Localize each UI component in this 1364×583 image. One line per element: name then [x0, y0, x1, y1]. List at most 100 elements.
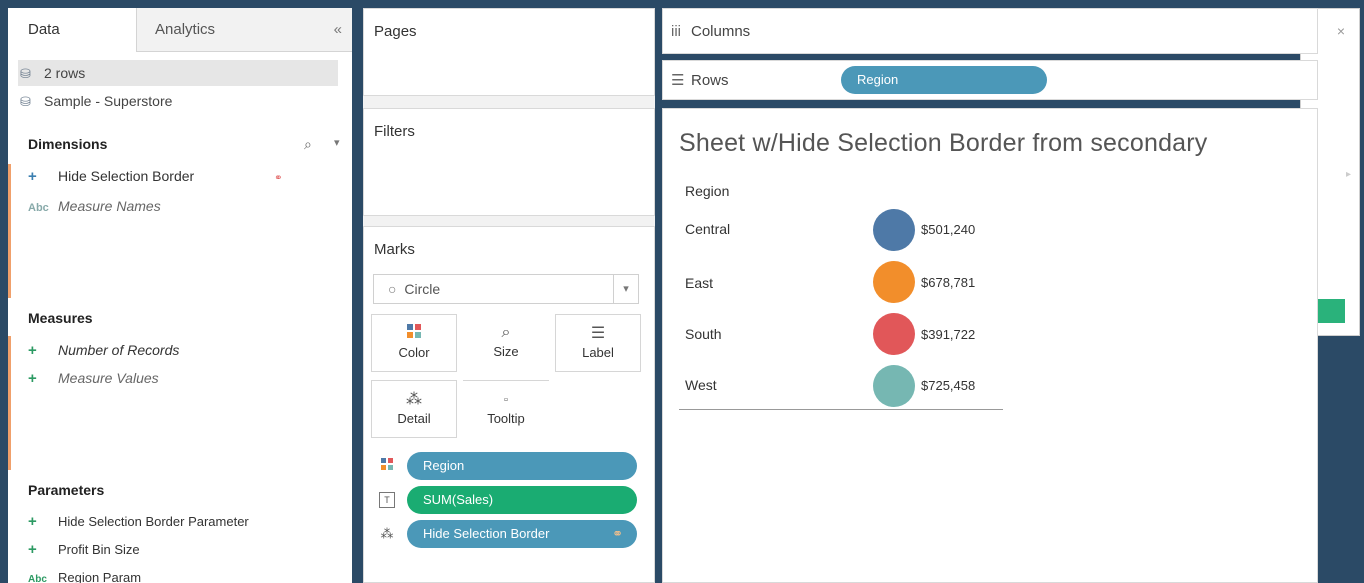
- tab-analytics-label: Analytics: [155, 21, 216, 38]
- datasource-label: Sample - Superstore: [44, 93, 173, 109]
- row-label: Central: [685, 221, 731, 237]
- columns-icon: iii: [671, 23, 681, 40]
- mark-label: $678,781: [921, 275, 976, 290]
- mark-circle[interactable]: [873, 313, 915, 355]
- link-icon: ⚭: [612, 526, 623, 541]
- datasource-label: 2 rows: [44, 65, 86, 81]
- parameter-field-icon: +: [28, 541, 37, 558]
- field-label: Region Param: [58, 570, 142, 583]
- shelves-pane: Pages Filters Marks ○ Circle ▾ Color ⌕ S…: [363, 8, 655, 583]
- dimensions-accent: [8, 164, 11, 298]
- marks-pill-sum-sales[interactable]: SUM(Sales): [407, 486, 637, 514]
- mark-circle[interactable]: [873, 365, 915, 407]
- mark-circle[interactable]: [873, 209, 915, 251]
- tab-data[interactable]: Data: [8, 8, 136, 52]
- link-icon: ⚭: [274, 173, 283, 184]
- collapse-pane-icon[interactable]: «: [334, 8, 342, 52]
- parameter-field[interactable]: + Hide Selection Border Parameter: [28, 510, 249, 534]
- columns-shelf[interactable]: iii Columns: [662, 8, 1318, 54]
- chevron-down-icon: ▾: [613, 275, 638, 303]
- row-header-region: Region: [685, 183, 730, 199]
- tab-analytics[interactable]: Analytics «: [136, 8, 352, 52]
- string-field-icon: Abc: [28, 202, 49, 214]
- field-label: Number of Records: [58, 342, 180, 358]
- size-button[interactable]: ⌕ Size: [463, 314, 549, 372]
- label-label: Label: [582, 345, 614, 360]
- rows-shelf[interactable]: ☰ Rows Region: [662, 60, 1318, 100]
- field-label: Measure Values: [58, 370, 159, 386]
- scroll-indicator: ▸: [1345, 169, 1351, 180]
- mark-label: $501,240: [921, 222, 976, 237]
- data-pane: Data Analytics « ⛁ 2 rows ⛁ Sample - Super…: [8, 8, 352, 583]
- text-icon: ☰: [590, 325, 606, 342]
- filters-card[interactable]: Filters: [363, 108, 655, 216]
- row-label: South: [685, 326, 722, 342]
- datasource-icon: ⛁: [20, 66, 31, 81]
- parameter-field-icon: +: [28, 168, 37, 185]
- columns-label: Columns: [691, 23, 751, 40]
- color-icon: [372, 323, 456, 345]
- field-label: Profit Bin Size: [58, 542, 140, 557]
- detail-icon: ⁂: [406, 391, 422, 408]
- datasource-icon: ⛁: [20, 94, 31, 109]
- tooltip-button[interactable]: ▫ Tooltip: [463, 380, 549, 438]
- measures-accent: [8, 336, 11, 470]
- pill-label: Hide Selection Border: [423, 526, 550, 541]
- label-encoding-icon: T: [379, 492, 395, 508]
- pages-card[interactable]: Pages: [363, 8, 655, 96]
- columns-shelf-label: iii Columns: [671, 23, 750, 40]
- measures-header: Measures: [28, 310, 93, 326]
- sheet-title: Sheet w/Hide Selection Border from secon…: [679, 129, 1208, 157]
- detail-label: Detail: [397, 411, 431, 426]
- row-label: West: [685, 377, 717, 393]
- pages-title: Pages: [374, 23, 417, 40]
- dimension-field-measure-names[interactable]: Abc Measure Names: [28, 194, 161, 218]
- dimension-field-hide-selection-border[interactable]: + Hide Selection Border ⚭: [28, 164, 282, 188]
- mark-circle[interactable]: [873, 261, 915, 303]
- rows-label: Rows: [691, 72, 729, 89]
- measure-field-measure-values[interactable]: + Measure Values: [28, 366, 159, 390]
- measure-field-icon: +: [28, 370, 37, 387]
- detail-button[interactable]: ⁂ Detail: [371, 380, 457, 438]
- mark-type-dropdown[interactable]: ○ Circle ▾: [373, 274, 639, 304]
- label-button[interactable]: ☰ Label: [555, 314, 641, 372]
- datasource-item[interactable]: ⛁ 2 rows: [18, 60, 338, 86]
- dimensions-menu-icon[interactable]: ▾: [334, 136, 340, 149]
- rows-shelf-label: ☰ Rows: [671, 71, 729, 89]
- close-icon[interactable]: ×: [1337, 23, 1345, 39]
- filters-title: Filters: [374, 123, 415, 140]
- mark-type-value: Circle: [404, 281, 441, 297]
- rows-pill-region[interactable]: Region: [841, 66, 1047, 94]
- color-button[interactable]: Color: [371, 314, 457, 372]
- dimensions-header: Dimensions: [28, 136, 108, 152]
- size-icon: ⌕: [501, 324, 511, 341]
- tooltip-icon: ▫: [504, 394, 508, 406]
- datasource-item[interactable]: ⛁ Sample - Superstore: [18, 88, 338, 114]
- parameter-field[interactable]: Abc Region Param: [28, 566, 141, 583]
- size-label: Size: [493, 344, 519, 359]
- marks-pill-region[interactable]: Region: [407, 452, 637, 480]
- color-encoding-icon: [377, 456, 397, 476]
- row-label: East: [685, 275, 714, 291]
- field-label: Hide Selection Border: [58, 168, 195, 184]
- circle-icon: ○: [388, 281, 397, 297]
- parameters-header: Parameters: [28, 482, 105, 498]
- data-pane-tabs: Data Analytics «: [8, 8, 352, 52]
- tooltip-label: Tooltip: [487, 411, 525, 426]
- string-field-icon: Abc: [28, 574, 47, 583]
- search-icon[interactable]: ⌕: [304, 136, 312, 153]
- marks-pill-hide-selection-border[interactable]: Hide Selection Border ⚭: [407, 520, 637, 548]
- marks-title: Marks: [374, 241, 415, 258]
- measure-field-icon: +: [28, 342, 37, 359]
- worksheet-view: Sheet w/Hide Selection Border from secon…: [662, 108, 1318, 583]
- detail-encoding-icon: ⁂: [380, 526, 394, 541]
- parameter-field-icon: +: [28, 513, 37, 530]
- rows-icon: ☰: [671, 72, 685, 89]
- mark-label: $725,458: [921, 378, 976, 393]
- parameter-field[interactable]: + Profit Bin Size: [28, 538, 140, 562]
- field-label: Hide Selection Border Parameter: [58, 514, 249, 529]
- pane-bottom-border: [679, 409, 1003, 410]
- measure-field-number-of-records[interactable]: + Number of Records: [28, 338, 179, 362]
- field-label: Measure Names: [58, 198, 161, 214]
- mark-label: $391,722: [921, 327, 976, 342]
